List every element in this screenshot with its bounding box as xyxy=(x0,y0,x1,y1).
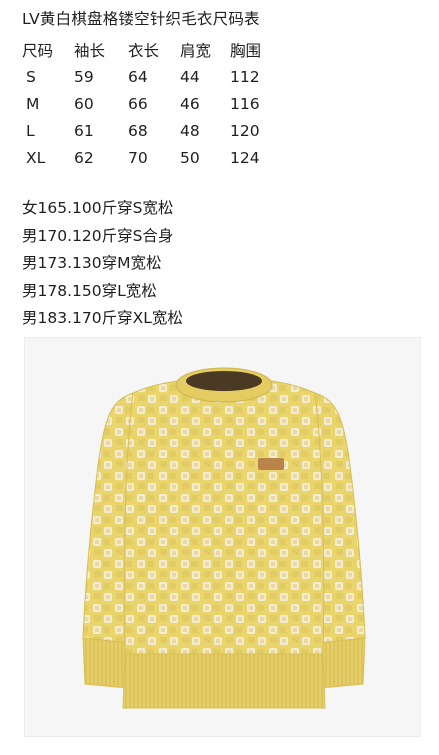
fit-note: 男183.170斤穿XL宽松 xyxy=(22,309,183,327)
length-cell: 68 xyxy=(128,121,148,140)
header-size: 尺码 xyxy=(22,41,54,60)
fit-note: 男170.120斤穿S合身 xyxy=(22,226,174,245)
brand-patch-icon xyxy=(258,458,284,470)
page-title: LV黄白棋盘格镂空针织毛衣尺码表 xyxy=(22,10,260,28)
shoulder-cell: 44 xyxy=(180,67,200,86)
shoulder-cell: 46 xyxy=(180,94,200,113)
length-cell: 64 xyxy=(128,67,148,86)
sleeve-cell: 59 xyxy=(74,67,94,86)
shoulder-cell: 48 xyxy=(180,121,200,140)
size-chart-table: 尺码 袖长 衣长 肩宽 胸围 S 59 64 44 112 M 60 66 46… xyxy=(22,36,280,171)
size-cell: M xyxy=(26,94,40,113)
size-cell: L xyxy=(26,121,35,140)
size-table-header: 尺码 袖长 衣长 肩宽 胸围 xyxy=(22,36,280,63)
length-cell: 70 xyxy=(128,148,148,167)
header-chest: 胸围 xyxy=(230,41,262,60)
fit-note: 男173.130穿M宽松 xyxy=(22,254,162,272)
header-body-length: 衣长 xyxy=(128,41,160,60)
sweater-image xyxy=(82,367,366,709)
length-cell: 66 xyxy=(128,94,148,113)
product-photo xyxy=(24,337,421,737)
sleeve-cell: 62 xyxy=(74,148,94,167)
fit-notes: 女165.100斤穿S宽松 男170.120斤穿S合身 男173.130穿M宽松… xyxy=(22,195,183,333)
fit-note: 女165.100斤穿S宽松 xyxy=(22,199,174,217)
header-sleeve-length: 袖长 xyxy=(74,41,106,60)
shoulder-cell: 50 xyxy=(180,148,200,167)
table-row: XL 62 70 50 124 xyxy=(22,144,280,171)
fit-note: 男178.150穿L宽松 xyxy=(22,281,157,300)
chest-cell: 124 xyxy=(230,148,260,167)
header-shoulder-width: 肩宽 xyxy=(180,41,212,60)
sleeve-cell: 60 xyxy=(74,94,94,113)
chest-cell: 112 xyxy=(230,67,260,86)
table-row: S 59 64 44 112 xyxy=(22,63,280,90)
sleeve-cell: 61 xyxy=(74,121,94,140)
chest-cell: 116 xyxy=(230,94,260,113)
table-row: M 60 66 46 116 xyxy=(22,90,280,117)
table-row: L 61 68 48 120 xyxy=(22,117,280,144)
chest-cell: 120 xyxy=(230,121,260,140)
size-cell: S xyxy=(26,67,36,86)
size-cell: XL xyxy=(26,148,46,167)
